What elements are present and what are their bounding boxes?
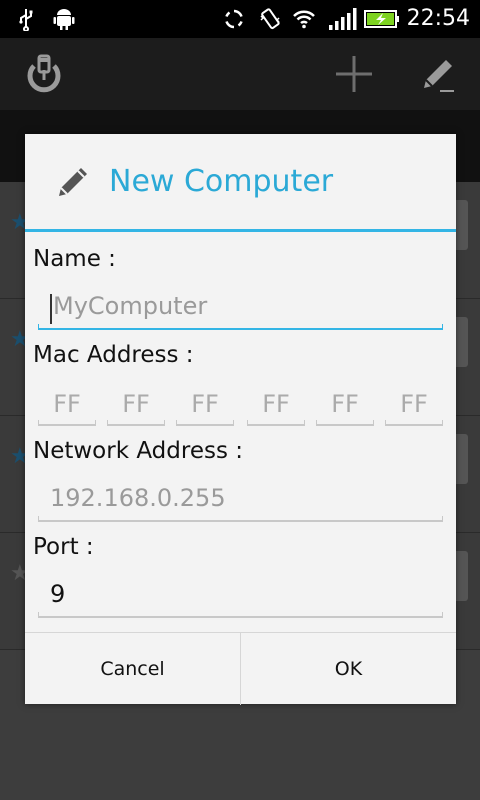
port-field[interactable]: 9 — [38, 576, 443, 618]
action-bar — [0, 38, 480, 110]
mac-octet-field-6[interactable]: FF — [385, 382, 443, 426]
name-field[interactable]: MyComputer — [38, 288, 443, 330]
mac-octet-field-3[interactable]: FF — [176, 382, 234, 426]
cancel-button[interactable]: Cancel — [25, 633, 240, 705]
dialog-button-bar: Cancel OK — [25, 632, 456, 705]
battery-charging-icon — [364, 10, 399, 28]
text-cursor — [50, 294, 52, 324]
dialog-title: New Computer — [109, 164, 334, 199]
name-placeholder: MyComputer — [53, 292, 208, 320]
mac-address-fields: FF FF FF FF FF FF — [38, 382, 443, 426]
ok-button[interactable]: OK — [241, 633, 456, 705]
port-label: Port : — [33, 534, 94, 560]
network-address-placeholder: 192.168.0.255 — [50, 484, 226, 512]
add-icon[interactable] — [330, 50, 378, 98]
signal-icon — [329, 8, 357, 30]
network-address-label: Network Address : — [33, 438, 243, 464]
mac-address-label: Mac Address : — [33, 342, 194, 368]
dialog-header: New Computer — [25, 134, 456, 230]
pencil-icon — [59, 168, 87, 196]
clock: 22:54 — [406, 6, 470, 31]
mac-octet-field-2[interactable]: FF — [107, 382, 165, 426]
vibrate-icon — [260, 8, 280, 30]
mac-octet-field-4[interactable]: FF — [247, 382, 305, 426]
power-app-icon[interactable] — [20, 50, 68, 98]
port-value: 9 — [50, 580, 66, 608]
usb-icon — [19, 9, 33, 31]
sync-icon — [225, 9, 243, 29]
wifi-icon — [293, 10, 315, 29]
dialog-divider — [25, 229, 456, 232]
mac-octet-field-1[interactable]: FF — [38, 382, 96, 426]
name-label: Name : — [33, 246, 116, 272]
new-computer-dialog: New Computer Name : MyComputer Mac Addre… — [25, 134, 456, 705]
android-debug-icon — [53, 9, 75, 30]
network-address-field[interactable]: 192.168.0.255 — [38, 480, 443, 522]
mac-octet-field-5[interactable]: FF — [316, 382, 374, 426]
edit-icon[interactable] — [414, 50, 462, 98]
status-bar: 22:54 — [0, 0, 480, 38]
